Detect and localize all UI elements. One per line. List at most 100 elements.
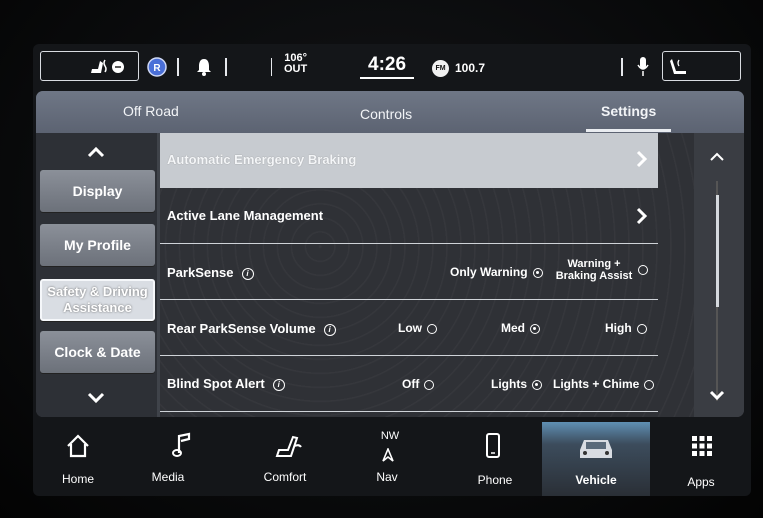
option-label: Only Warning: [450, 265, 528, 279]
separator: [177, 58, 179, 76]
setting-parksense: ParkSense i Only Warning Warning + Brakin…: [160, 244, 658, 300]
tab-bar: Off Road Controls Settings: [36, 91, 744, 133]
clock-time: 4:26: [368, 54, 407, 75]
svg-text:R: R: [153, 63, 161, 74]
settings-scrollbar[interactable]: [694, 133, 744, 417]
setting-blind-spot-alert: Blind Spot Alert i Off Lights Lights + Ch…: [160, 356, 658, 412]
sidebar-item-display[interactable]: Display: [40, 170, 155, 212]
radio-band-badge: FM: [432, 60, 449, 77]
tab-settings[interactable]: Settings: [601, 103, 656, 119]
heated-seat-icon: [91, 59, 124, 73]
phone-icon: [486, 433, 500, 458]
clock-underline: [360, 77, 414, 79]
outside-temperature: 106° OUT: [284, 53, 307, 75]
status-bar: R 106° OUT 4:26 FM 100.7: [33, 44, 751, 90]
separator: [271, 58, 272, 76]
radio-selected-icon: [530, 323, 540, 334]
parksense-option-only-warning[interactable]: Only Warning: [450, 265, 543, 279]
blind-spot-option-lights[interactable]: Lights: [491, 377, 542, 391]
radio-unselected-icon: [636, 323, 647, 334]
radio-station: 100.7: [455, 61, 486, 75]
passenger-seat-heat-button[interactable]: [662, 51, 741, 81]
tab-off-road[interactable]: Off Road: [123, 103, 179, 119]
nav-label: Vehicle: [575, 473, 617, 487]
sidebar-item-my-profile[interactable]: My Profile: [40, 224, 155, 266]
option-label: High: [605, 321, 632, 335]
infotainment-screen: R 106° OUT 4:26 FM 100.7 Off Road Contro…: [33, 44, 751, 496]
separator: [225, 58, 227, 76]
nav-label: Home: [61, 472, 94, 486]
scroll-up-chevron-icon[interactable]: [708, 151, 726, 163]
scroll-down-chevron-icon[interactable]: [708, 389, 726, 401]
chevron-right-icon: [636, 207, 648, 225]
setting-active-lane-management[interactable]: Active Lane Management: [160, 188, 658, 244]
active-tab-indicator: [586, 129, 671, 132]
compass-heading: NW: [380, 430, 400, 442]
nav-label: Nav: [376, 470, 398, 484]
bottom-navigation: Home Media Comfort NW Nav Phone Vehicle …: [33, 422, 751, 496]
option-label: Low: [398, 321, 422, 335]
blind-spot-alert-label: Blind Spot Alert: [167, 376, 265, 391]
nav-media[interactable]: Media: [130, 422, 230, 496]
option-label: Off: [402, 377, 420, 391]
heated-seat-icon: [670, 59, 686, 74]
nav-apps[interactable]: Apps: [651, 422, 751, 496]
separator: [621, 58, 623, 76]
nav-vehicle[interactable]: Vehicle: [542, 422, 650, 496]
radio-selected-icon: [532, 267, 543, 278]
sidebar-item-clock-date[interactable]: Clock & Date: [40, 331, 155, 373]
car-icon: [580, 440, 612, 458]
setting-label: Active Lane Management: [167, 208, 324, 223]
radio-unselected-icon: [644, 379, 655, 390]
parksense-option-warning-braking-assist[interactable]: Warning + Braking Assist: [555, 258, 648, 282]
radio-selected-icon: [532, 379, 542, 390]
nav-label: Media: [151, 470, 185, 484]
info-icon[interactable]: i: [272, 378, 285, 391]
setting-label: Blind Spot Alert i: [167, 376, 285, 391]
settings-list: Automatic Emergency Braking Active Lane …: [160, 133, 694, 417]
blind-spot-option-off[interactable]: Off: [402, 377, 435, 391]
nav-label: Comfort: [263, 470, 307, 484]
setting-automatic-emergency-braking[interactable]: Automatic Emergency Braking: [160, 133, 658, 188]
driver-seat-heat-button[interactable]: [40, 51, 139, 81]
volume-option-high[interactable]: High: [605, 321, 647, 335]
radio-unselected-icon: [424, 379, 435, 390]
nav-nav[interactable]: NW Nav: [340, 422, 440, 496]
nav-phone[interactable]: Phone: [445, 422, 545, 496]
volume-option-med[interactable]: Med: [501, 321, 540, 335]
nav-label: Apps: [687, 475, 715, 489]
settings-sidebar: Display My Profile Safety & Driving Assi…: [36, 133, 157, 417]
option-label: Warning + Braking Assist: [555, 258, 633, 282]
rear-parksense-volume-label: Rear ParkSense Volume: [167, 321, 316, 336]
microphone-icon[interactable]: [636, 56, 650, 78]
seat-icon: [275, 435, 302, 457]
option-label: Med: [501, 321, 525, 335]
radio-unselected-icon: [638, 265, 648, 275]
scrollbar-thumb[interactable]: [716, 195, 719, 307]
volume-option-low[interactable]: Low: [398, 321, 437, 335]
driver-assist-icon: R: [147, 57, 167, 77]
tab-controls[interactable]: Controls: [360, 106, 412, 122]
chevron-up-icon[interactable]: [86, 145, 106, 159]
sidebar-item-safety-driving-assistance[interactable]: Safety & Driving Assistance: [40, 279, 155, 321]
chevron-right-icon: [636, 150, 648, 168]
option-label: Lights + Chime: [553, 377, 640, 391]
chevron-down-icon[interactable]: [86, 391, 106, 405]
temperature-label: OUT: [284, 63, 308, 75]
nav-home[interactable]: Home: [33, 422, 133, 496]
nav-label: Phone: [477, 473, 513, 487]
apps-grid-icon: [692, 436, 712, 456]
notification-bell-icon[interactable]: [195, 57, 213, 77]
blind-spot-option-lights-chime[interactable]: Lights + Chime: [553, 377, 655, 391]
setting-label: Rear ParkSense Volume i: [167, 321, 336, 336]
settings-panel: Off Road Controls Settings Display My Pr…: [36, 91, 744, 417]
radio-unselected-icon: [427, 323, 437, 334]
setting-rear-parksense-volume: Rear ParkSense Volume i Low Med High: [160, 300, 658, 356]
home-icon: [67, 434, 89, 458]
compass-arrow-icon: [382, 448, 394, 462]
info-icon[interactable]: i: [241, 267, 254, 280]
option-label: Lights: [491, 377, 527, 391]
info-icon[interactable]: i: [323, 323, 336, 336]
nav-comfort[interactable]: Comfort: [235, 422, 335, 496]
music-note-icon: [172, 432, 191, 457]
